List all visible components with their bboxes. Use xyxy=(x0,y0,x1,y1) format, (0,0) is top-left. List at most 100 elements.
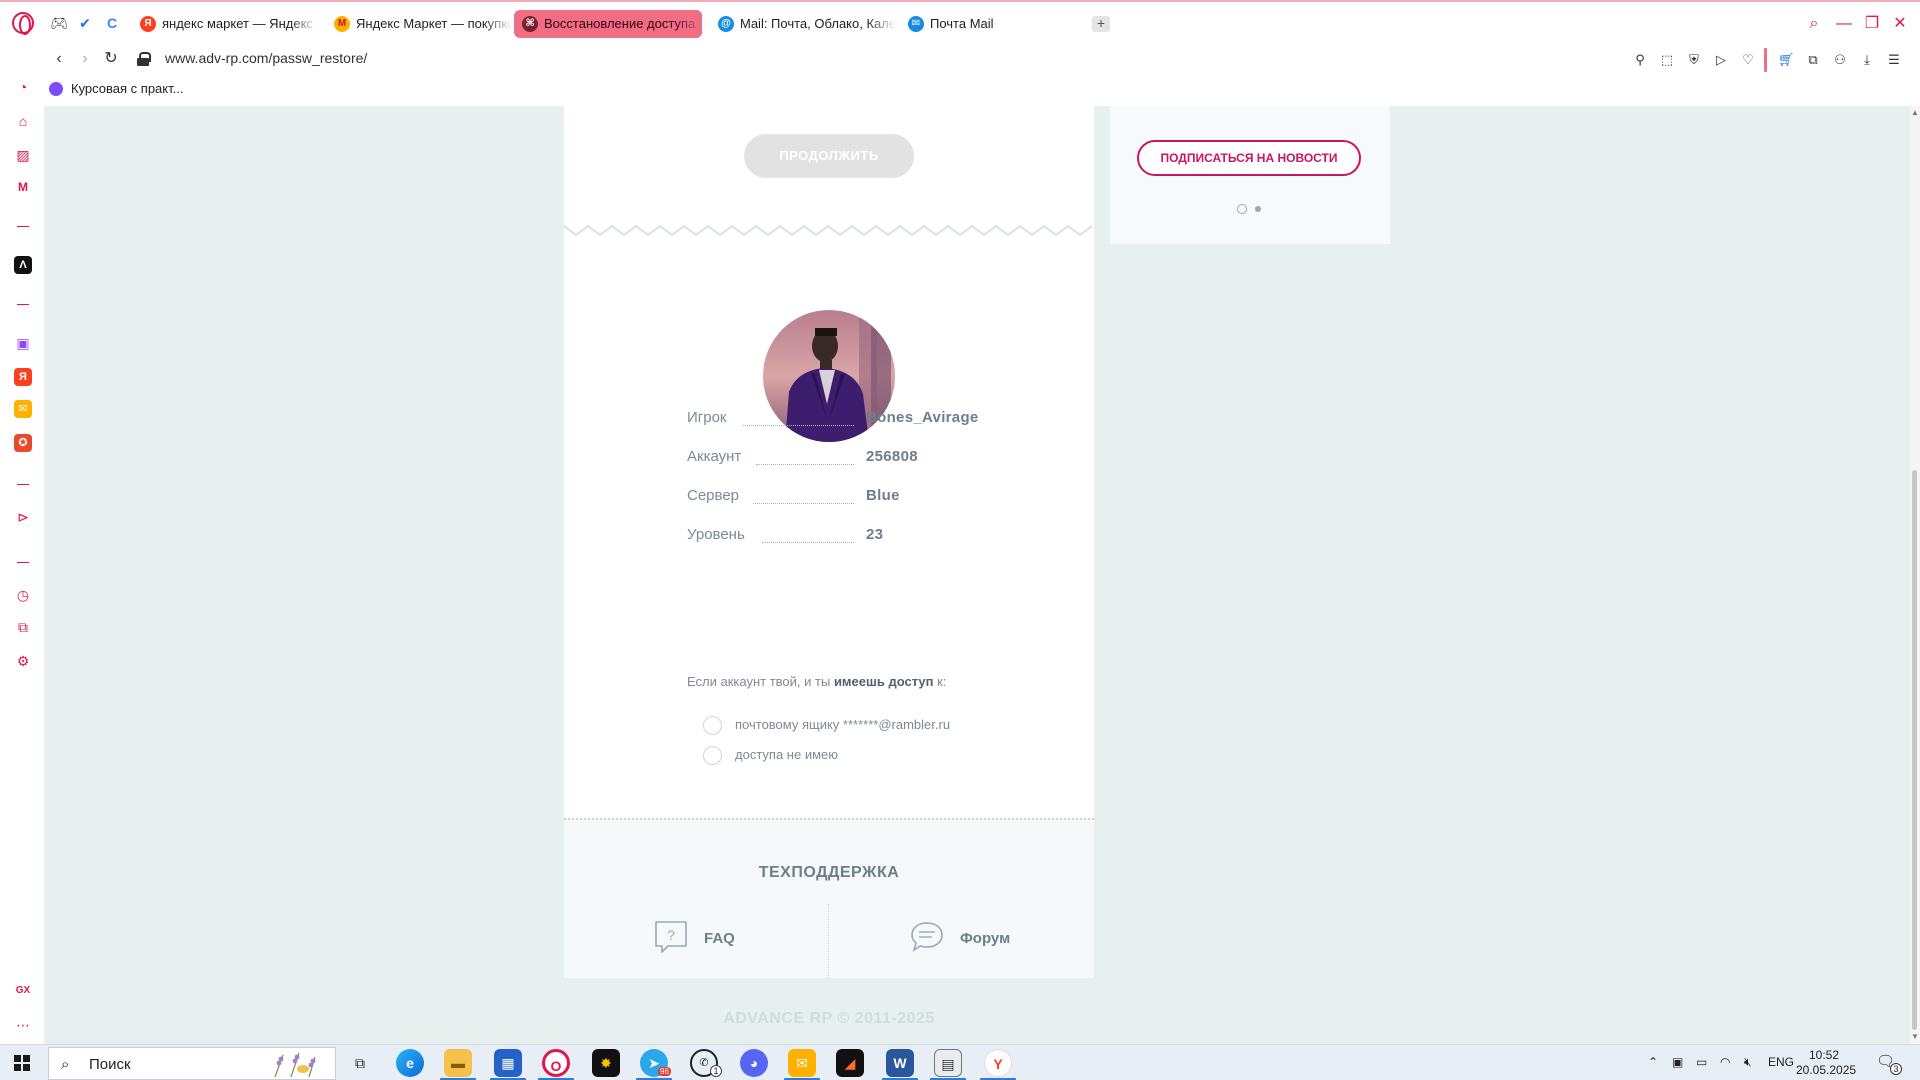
wifi-icon[interactable]: ◠ xyxy=(1720,1055,1730,1069)
vk-icon[interactable]: ✔ xyxy=(76,14,94,32)
telegram-badge: 96 xyxy=(658,1067,671,1076)
bookmark-favicon-icon xyxy=(49,82,63,96)
toolbar-separator xyxy=(1764,48,1767,72)
menu-icon[interactable]: ☰ xyxy=(1886,52,1902,68)
restore-button[interactable]: ❐ xyxy=(1862,14,1882,34)
scroll-up-arrow-icon[interactable]: ▲ xyxy=(1911,108,1919,117)
game-controller-icon[interactable]: 🎮︎ xyxy=(50,14,68,32)
tab-yandex-search[interactable]: Я яндекс маркет — Яндекс xyxy=(132,10,318,38)
battery-icon[interactable]: ▭ xyxy=(1696,1055,1707,1069)
opera-taskbar-icon[interactable]: O xyxy=(542,1049,570,1077)
mail-ru-icon[interactable]: ✉ xyxy=(14,400,32,418)
page-scrollbar[interactable]: ▲ ▼ xyxy=(1910,106,1920,1044)
sun-app-icon[interactable]: ✸ xyxy=(592,1049,620,1077)
search-icon: ⌕ xyxy=(61,1056,70,1073)
yandex-browser-icon[interactable]: Y xyxy=(984,1049,1012,1077)
shop-icon[interactable]: ⌂ xyxy=(14,112,32,130)
tab-yandex-market[interactable]: М Яндекс Маркет — покупки xyxy=(326,10,512,38)
continue-button[interactable]: ПРОДОЛЖИТЬ xyxy=(744,134,914,178)
server-value: Blue xyxy=(866,487,900,504)
scrollbar-thumb[interactable] xyxy=(1912,470,1917,1030)
task-view-icon[interactable]: ⧉ xyxy=(346,1049,374,1077)
game-app-icon[interactable]: ✪ xyxy=(14,434,32,452)
back-button[interactable]: ‹ xyxy=(48,48,70,70)
account-id-value: 256808 xyxy=(866,448,918,465)
download-icon[interactable]: ⤓ xyxy=(1859,52,1875,68)
sidebar-separator xyxy=(17,484,29,485)
mail-at-favicon-icon: @ xyxy=(718,16,734,32)
discord-icon[interactable]: ◕ xyxy=(740,1049,768,1077)
aria-ai-icon[interactable]: Λ xyxy=(14,256,32,274)
scroll-down-arrow-icon[interactable]: ▼ xyxy=(1911,1032,1919,1041)
new-tab-button[interactable]: + xyxy=(1092,16,1110,32)
support-divider xyxy=(828,904,829,978)
sidebar-separator xyxy=(17,226,29,227)
file-explorer-icon[interactable]: ▬ xyxy=(444,1049,472,1077)
meet-icon[interactable]: ▣ xyxy=(1672,1055,1683,1069)
reload-button[interactable]: ↻ xyxy=(100,48,122,70)
market-favicon-icon: М xyxy=(334,16,350,32)
faq-link[interactable]: ? FAQ xyxy=(654,920,735,956)
store-icon[interactable]: ▦ xyxy=(494,1049,522,1077)
forum-link[interactable]: Форум xyxy=(910,920,1010,956)
svg-text:?: ? xyxy=(667,927,675,943)
heart-icon[interactable]: ♡ xyxy=(1740,52,1756,68)
lavender-decoration-icon xyxy=(274,1052,316,1077)
word-icon[interactable]: W xyxy=(886,1049,914,1077)
speed-dial-icon[interactable]: ◔ xyxy=(14,78,32,96)
extensions-sidebar-icon[interactable]: ⧉ xyxy=(14,618,32,636)
window-app-icon[interactable]: ▤ xyxy=(934,1049,962,1077)
radio-button[interactable] xyxy=(703,716,722,735)
play-icon[interactable]: ▷ xyxy=(1713,52,1729,68)
yandex-icon[interactable]: Я xyxy=(14,368,32,386)
settings-gear-icon[interactable]: ⚙ xyxy=(14,652,32,670)
mail-m-icon[interactable]: M xyxy=(14,178,32,196)
subscribe-news-button[interactable]: ПОДПИСАТЬСЯ НА НОВОСТИ xyxy=(1137,140,1361,176)
sidebar-separator xyxy=(17,562,29,563)
dotted-leader xyxy=(743,425,854,426)
tray-chevron-icon[interactable]: ⌃ xyxy=(1648,1055,1658,1069)
tab-password-restore[interactable]: ⌘ Восстановление доступа xyxy=(514,10,702,38)
access-question: Если аккаунт твой, и ты имеешь доступ к: xyxy=(687,674,947,689)
restore-card: ПРОДОЛЖИТЬ Игрок Bones_Avirage Аккаунт 2… xyxy=(564,106,1094,978)
search-tabs-icon[interactable]: ⌕ xyxy=(1804,14,1824,34)
zigzag-divider xyxy=(564,224,1093,237)
info-row-level: Уровень 23 xyxy=(687,526,884,543)
extensions-icon[interactable]: ⧉ xyxy=(1805,52,1821,68)
pin-icon[interactable]: ⚲ xyxy=(1632,52,1648,68)
minimize-button[interactable]: — xyxy=(1834,14,1854,34)
mail-taskbar-icon[interactable]: ✉ xyxy=(788,1049,816,1077)
twitch-icon[interactable]: ▣ xyxy=(14,334,32,352)
edge-icon[interactable]: e xyxy=(396,1049,424,1077)
history-icon[interactable]: ◷ xyxy=(14,586,32,604)
carousel-dot[interactable] xyxy=(1255,206,1261,212)
radio-button[interactable] xyxy=(703,746,722,765)
sublime-icon[interactable]: ◢ xyxy=(836,1049,864,1077)
dotted-leader xyxy=(753,503,854,504)
tab-mail-portal[interactable]: @ Mail: Почта, Облако, Календарь xyxy=(710,10,896,38)
windows-taskbar: ⌕ Поиск ⧉ e ▬ ▦ O ✸ ➤ 96 ✆ 1 ◕ ✉ ◢ W ▤ Y… xyxy=(0,1044,1920,1080)
gx-icon[interactable]: GX xyxy=(14,982,32,1000)
c-app-icon[interactable]: C xyxy=(103,14,121,32)
cart-icon[interactable]: 🛒︎ xyxy=(1778,52,1795,68)
profile-icon[interactable]: ⚇ xyxy=(1832,52,1848,68)
lock-icon xyxy=(137,52,151,66)
windows-start-icon[interactable] xyxy=(14,1055,30,1071)
dotted-leader xyxy=(756,464,854,465)
more-icon[interactable]: ⋯ xyxy=(14,1016,32,1034)
carousel-dot[interactable] xyxy=(1237,204,1247,214)
url-field[interactable]: www.adv-rp.com/passw_restore/ xyxy=(165,50,367,66)
forward-button[interactable]: › xyxy=(74,48,96,70)
snapshot-icon[interactable]: ⬚ xyxy=(1659,52,1675,68)
tab-mail-inbox[interactable]: ✉ Почта Mail xyxy=(900,10,1086,38)
language-indicator[interactable]: ENG xyxy=(1768,1055,1794,1069)
shield-icon[interactable]: ⛨ xyxy=(1686,52,1702,68)
opera-logo-icon[interactable] xyxy=(12,12,34,35)
clock[interactable]: 10:52 20.05.2025 xyxy=(1796,1048,1856,1078)
player-icon[interactable]: ⊳ xyxy=(14,508,32,526)
notification-count: 3 xyxy=(1890,1063,1902,1075)
volume-muted-icon[interactable]: 🔇︎ xyxy=(1744,1055,1752,1070)
close-window-button[interactable]: ✕ xyxy=(1890,14,1910,34)
taskbar-search[interactable]: ⌕ Поиск xyxy=(48,1047,336,1080)
wallpaper-icon[interactable]: ▨ xyxy=(14,146,32,164)
